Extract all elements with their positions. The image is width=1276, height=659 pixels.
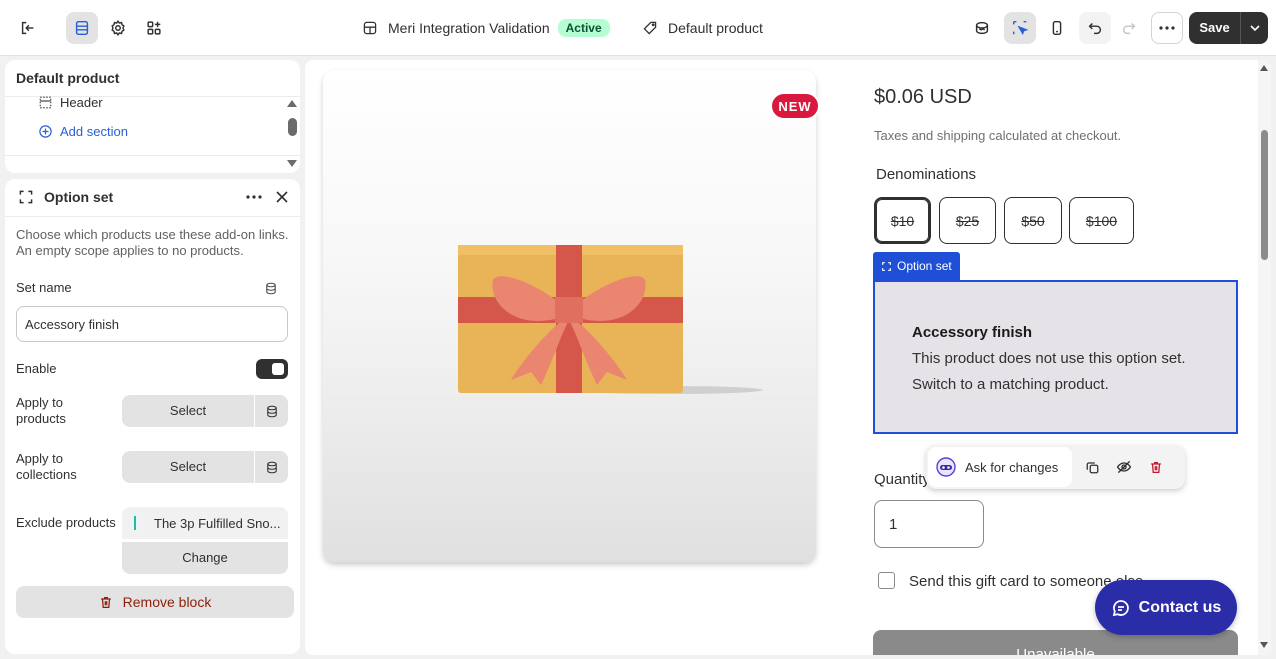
option-set-title: Accessory finish: [912, 324, 1033, 341]
select-button[interactable]: Select: [122, 451, 255, 483]
theme-style-icon[interactable]: [966, 12, 998, 44]
trash-icon: [100, 596, 111, 608]
option-set-tag[interactable]: Option set: [873, 252, 960, 280]
denomination-option[interactable]: $100: [1069, 197, 1134, 244]
ellipsis-icon: [1159, 26, 1175, 30]
block-title: Option set: [44, 189, 114, 205]
database-icon[interactable]: [255, 395, 288, 427]
enable-toggle[interactable]: [256, 359, 288, 379]
add-section-label: Add section: [60, 124, 128, 139]
quantity-label: Quantity: [874, 471, 930, 488]
scroll-up-icon[interactable]: [1260, 65, 1268, 71]
gift-checkbox[interactable]: [878, 572, 895, 589]
exclude-products-label: Exclude products: [16, 515, 116, 530]
top-bar: Meri Integration Validation Active Defau…: [0, 0, 1276, 56]
storefront-preview: NEW $0.06 USD Taxes and shipping calcula…: [305, 60, 1271, 655]
apply-collections-select[interactable]: Select: [122, 451, 288, 483]
save-label: Save: [1189, 12, 1241, 44]
scroll-up-icon[interactable]: [287, 100, 297, 107]
template-name: Default product: [668, 20, 763, 36]
theme-name: Meri Integration Validation: [388, 20, 550, 36]
change-button[interactable]: Change: [122, 542, 288, 574]
template-selector[interactable]: Default product: [642, 0, 763, 56]
apply-products-label: Apply to products: [16, 395, 66, 426]
denomination-option[interactable]: $50: [1004, 197, 1062, 244]
ask-for-changes-label: Ask for changes: [965, 459, 1059, 475]
theme-info[interactable]: Meri Integration Validation Active: [362, 0, 610, 56]
gear-icon[interactable]: [102, 12, 134, 44]
set-name-input[interactable]: Accessory finish: [16, 306, 288, 342]
denomination-option[interactable]: $25: [939, 197, 996, 244]
tag-icon: [643, 21, 657, 35]
mobile-preview-icon[interactable]: [1041, 12, 1073, 44]
apps-icon[interactable]: [138, 12, 170, 44]
divider: [5, 155, 300, 156]
excluded-product-name: The 3p Fulfilled Sno...: [154, 515, 281, 531]
quantity-input[interactable]: 1: [874, 500, 984, 548]
inspector-cursor-icon[interactable]: [1004, 12, 1036, 44]
option-set-hint: Switch to a matching product.: [912, 376, 1109, 393]
save-button[interactable]: Save: [1189, 12, 1268, 44]
tax-note: Taxes and shipping calculated at checkou…: [874, 128, 1122, 143]
ask-for-changes-button[interactable]: Ask for changes: [928, 447, 1073, 487]
add-section-button[interactable]: Add section: [38, 124, 128, 139]
sidebar-item-header[interactable]: Header: [38, 95, 103, 110]
set-name-label: Set name: [16, 280, 72, 295]
scrollbar-thumb[interactable]: [1261, 130, 1268, 260]
scroll-down-icon[interactable]: [287, 160, 297, 167]
product-thumbnail-icon: [132, 514, 138, 532]
exit-icon[interactable]: [12, 12, 44, 44]
redo-icon[interactable]: [1113, 12, 1145, 44]
database-icon[interactable]: [255, 451, 288, 483]
contact-us-button[interactable]: Contact us: [1095, 580, 1237, 635]
preview-scrollbar[interactable]: [1258, 60, 1271, 655]
option-set-message: This product does not use this option se…: [912, 350, 1186, 367]
denominations-label: Denominations: [876, 166, 977, 183]
option-set-tag-label: Option set: [897, 259, 952, 273]
database-icon[interactable]: [264, 281, 278, 296]
ellipsis-icon[interactable]: [246, 195, 262, 199]
duplicate-icon[interactable]: [1080, 455, 1104, 479]
block-focus-icon: [19, 190, 33, 204]
product-price: $0.06 USD: [874, 86, 972, 108]
product-image[interactable]: NEW: [323, 70, 820, 562]
chat-icon: [1112, 599, 1129, 616]
gift-box-image: [458, 245, 763, 394]
apply-products-select[interactable]: Select: [122, 395, 288, 427]
trash-icon[interactable]: [1144, 455, 1168, 479]
select-button[interactable]: Select: [122, 395, 255, 427]
block-toolbar: Ask for changes: [926, 445, 1185, 489]
sidebar-item-label: Header: [60, 95, 103, 110]
scroll-down-icon[interactable]: [1260, 642, 1268, 648]
sections-icon[interactable]: [66, 12, 98, 44]
divider: [5, 216, 300, 217]
sections-panel: Default product Header Add section: [5, 60, 300, 173]
status-badge: Active: [557, 19, 610, 37]
new-badge: NEW: [770, 92, 820, 120]
block-settings-panel: Option set Choose which products use the…: [5, 179, 300, 654]
header-icon: [39, 96, 52, 109]
denomination-option[interactable]: $10: [874, 197, 931, 244]
hide-icon[interactable]: [1112, 455, 1136, 479]
remove-block-button[interactable]: Remove block: [16, 586, 294, 618]
contact-us-label: Contact us: [1138, 598, 1222, 616]
scrollbar-thumb[interactable]: [288, 118, 297, 136]
block-focus-icon: [882, 261, 891, 271]
enable-label: Enable: [16, 361, 57, 376]
plus-circle-icon: [39, 125, 52, 138]
block-description: Choose which products use these add-on l…: [16, 227, 289, 258]
panel-title: Default product: [16, 70, 120, 86]
excluded-product-item[interactable]: The 3p Fulfilled Sno...: [122, 507, 288, 539]
close-icon[interactable]: [276, 191, 288, 203]
apply-collections-label: Apply to collections: [16, 451, 77, 482]
undo-icon[interactable]: [1079, 12, 1111, 44]
exclude-products-field: The 3p Fulfilled Sno... Change: [122, 507, 288, 574]
more-actions-button[interactable]: [1151, 12, 1183, 44]
layout-icon: [363, 21, 377, 35]
option-set-block[interactable]: Accessory finish This product does not u…: [873, 280, 1238, 434]
chevron-down-icon[interactable]: [1241, 22, 1268, 34]
sidekick-icon: [936, 457, 956, 477]
remove-block-label: Remove block: [122, 594, 212, 610]
